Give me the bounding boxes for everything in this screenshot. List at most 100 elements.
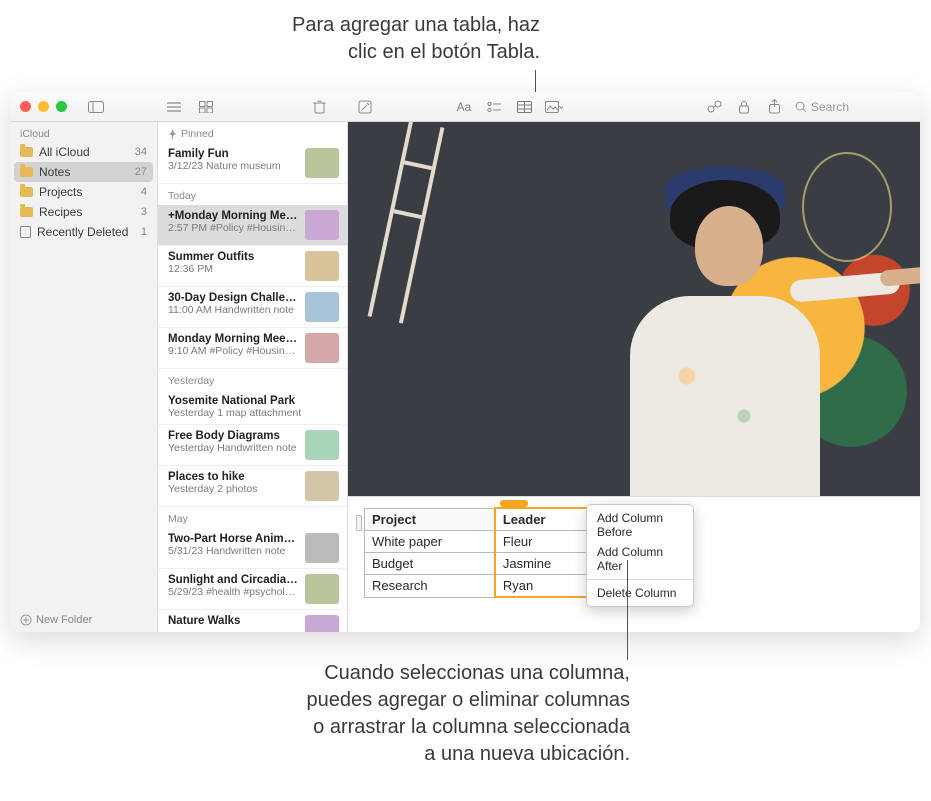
minimize-window-button[interactable] bbox=[38, 101, 49, 112]
note-thumbnail bbox=[305, 574, 339, 604]
folder-icon bbox=[20, 187, 33, 197]
notes-list: PinnedFamily Fun3/12/23 Nature museumTod… bbox=[158, 122, 348, 632]
sidebar-item-count: 1 bbox=[141, 226, 147, 238]
note-thumbnail bbox=[305, 148, 339, 178]
table-header-cell[interactable]: Leader bbox=[495, 508, 593, 531]
notes-section-header: Today bbox=[158, 184, 347, 205]
note-title: 30-Day Design Challen… bbox=[168, 292, 299, 304]
note-subtitle: 5/29/23 #health #psycholo… bbox=[168, 586, 299, 598]
table-cell[interactable]: Research bbox=[365, 575, 495, 598]
table-icon[interactable] bbox=[515, 98, 533, 116]
search-field[interactable]: Search bbox=[795, 100, 910, 114]
note-header-image bbox=[348, 122, 920, 497]
sidebar-item-all-icloud[interactable]: All iCloud34 bbox=[10, 142, 157, 162]
sidebar-item-count: 4 bbox=[141, 186, 147, 198]
column-context-menu: Add Column BeforeAdd Column After Delete … bbox=[586, 504, 694, 607]
note-table[interactable]: ProjectLeader White paperFleurBudgetJasm… bbox=[364, 507, 594, 598]
notes-section-header: May bbox=[158, 507, 347, 528]
note-list-item[interactable]: Places to hikeYesterday 2 photos bbox=[158, 466, 347, 507]
sidebar-item-notes[interactable]: Notes27 bbox=[14, 162, 153, 182]
note-editor: ProjectLeader White paperFleurBudgetJasm… bbox=[348, 122, 920, 632]
folder-icon bbox=[20, 147, 33, 157]
search-icon bbox=[795, 101, 807, 113]
note-title: +Monday Morning Mee… bbox=[168, 210, 299, 222]
new-note-icon[interactable] bbox=[356, 98, 374, 116]
note-list-item[interactable]: Summer Outfits12:36 PM bbox=[158, 246, 347, 287]
note-subtitle: 9:10 AM #Policy #Housing… bbox=[168, 345, 299, 357]
note-list-item[interactable]: Free Body DiagramsYesterday Handwritten … bbox=[158, 425, 347, 466]
note-subtitle: Yesterday 1 map attachment bbox=[168, 407, 339, 419]
trash-icon bbox=[20, 226, 31, 238]
note-thumbnail bbox=[305, 210, 339, 240]
note-thumbnail bbox=[305, 251, 339, 281]
folder-icon bbox=[20, 167, 33, 177]
table-cell[interactable]: Ryan bbox=[495, 575, 593, 598]
note-list-item[interactable]: Yosemite National ParkYesterday 1 map at… bbox=[158, 390, 347, 425]
note-list-item[interactable]: Nature Walks bbox=[158, 610, 347, 632]
new-folder-label: New Folder bbox=[36, 614, 92, 626]
lock-note-icon[interactable] bbox=[735, 98, 753, 116]
note-title: Yosemite National Park bbox=[168, 395, 339, 407]
note-thumbnail bbox=[305, 615, 339, 632]
table-cell[interactable]: Jasmine bbox=[495, 553, 593, 575]
toggle-sidebar-icon[interactable] bbox=[87, 98, 105, 116]
notes-section-header: Pinned bbox=[158, 122, 347, 143]
checklist-icon[interactable] bbox=[485, 98, 503, 116]
context-menu-item[interactable]: Delete Column bbox=[587, 583, 693, 603]
sidebar-item-recipes[interactable]: Recipes3 bbox=[10, 202, 157, 222]
format-text-icon[interactable]: Aa bbox=[455, 98, 473, 116]
table-cell[interactable]: White paper bbox=[365, 531, 495, 553]
callout-top: Para agregar una tabla, haz clic en el b… bbox=[0, 12, 540, 66]
close-window-button[interactable] bbox=[20, 101, 31, 112]
sidebar-item-count: 3 bbox=[141, 206, 147, 218]
note-subtitle: 5/31/23 Handwritten note bbox=[168, 545, 299, 557]
delete-note-icon[interactable] bbox=[310, 98, 328, 116]
sidebar-item-label: All iCloud bbox=[39, 145, 90, 159]
table-header-cell[interactable]: Project bbox=[365, 508, 495, 531]
note-title: Monday Morning Meeting bbox=[168, 333, 299, 345]
new-folder-button[interactable]: New Folder bbox=[10, 608, 157, 632]
note-subtitle: 11:00 AM Handwritten note bbox=[168, 304, 299, 316]
context-menu-item[interactable]: Add Column After bbox=[587, 542, 693, 576]
note-subtitle: Yesterday Handwritten note bbox=[168, 442, 299, 454]
note-thumbnail bbox=[305, 292, 339, 322]
note-list-item[interactable]: 30-Day Design Challen…11:00 AM Handwritt… bbox=[158, 287, 347, 328]
fullscreen-window-button[interactable] bbox=[56, 101, 67, 112]
table-cell[interactable]: Fleur bbox=[495, 531, 593, 553]
context-menu-item[interactable]: Add Column Before bbox=[587, 508, 693, 542]
note-thumbnail bbox=[305, 471, 339, 501]
folder-icon bbox=[20, 207, 33, 217]
sidebar-item-label: Notes bbox=[39, 165, 70, 179]
note-thumbnail bbox=[305, 533, 339, 563]
note-subtitle: 2:57 PM #Policy #Housing… bbox=[168, 222, 299, 234]
link-note-icon[interactable] bbox=[705, 98, 723, 116]
media-icon[interactable] bbox=[545, 98, 563, 116]
callout-bottom: Cuando seleccionas una columna, puedes a… bbox=[60, 660, 630, 768]
titlebar: Aa Search bbox=[10, 92, 920, 122]
plus-circle-icon bbox=[20, 614, 32, 626]
sidebar-item-recently-deleted[interactable]: Recently Deleted 1 bbox=[10, 222, 157, 242]
note-subtitle: Yesterday 2 photos bbox=[168, 483, 299, 495]
sidebar-item-projects[interactable]: Projects4 bbox=[10, 182, 157, 202]
note-table-area: ProjectLeader White paperFleurBudgetJasm… bbox=[348, 497, 920, 608]
share-icon[interactable] bbox=[765, 98, 783, 116]
table-row: ResearchRyan bbox=[365, 575, 594, 598]
table-row: White paperFleur bbox=[365, 531, 594, 553]
note-list-item[interactable]: Family Fun3/12/23 Nature museum bbox=[158, 143, 347, 184]
table-cell[interactable]: Budget bbox=[365, 553, 495, 575]
table-row-handle[interactable] bbox=[356, 515, 362, 531]
note-list-item[interactable]: +Monday Morning Mee…2:57 PM #Policy #Hou… bbox=[158, 205, 347, 246]
note-subtitle: 3/12/23 Nature museum bbox=[168, 160, 299, 172]
sidebar-item-label: Recently Deleted bbox=[37, 225, 128, 239]
list-view-icon[interactable] bbox=[165, 98, 183, 116]
note-list-item[interactable]: Sunlight and Circadian…5/29/23 #health #… bbox=[158, 569, 347, 610]
table-column-handle[interactable] bbox=[500, 500, 528, 507]
note-title: Sunlight and Circadian… bbox=[168, 574, 299, 586]
gallery-view-icon[interactable] bbox=[197, 98, 215, 116]
notes-section-header: Yesterday bbox=[158, 369, 347, 390]
note-list-item[interactable]: Monday Morning Meeting9:10 AM #Policy #H… bbox=[158, 328, 347, 369]
context-menu-separator bbox=[587, 579, 693, 580]
folders-sidebar: iCloud All iCloud34Notes27Projects4Recip… bbox=[10, 122, 158, 632]
search-placeholder: Search bbox=[811, 100, 849, 114]
note-list-item[interactable]: Two-Part Horse Anima…5/31/23 Handwritten… bbox=[158, 528, 347, 569]
